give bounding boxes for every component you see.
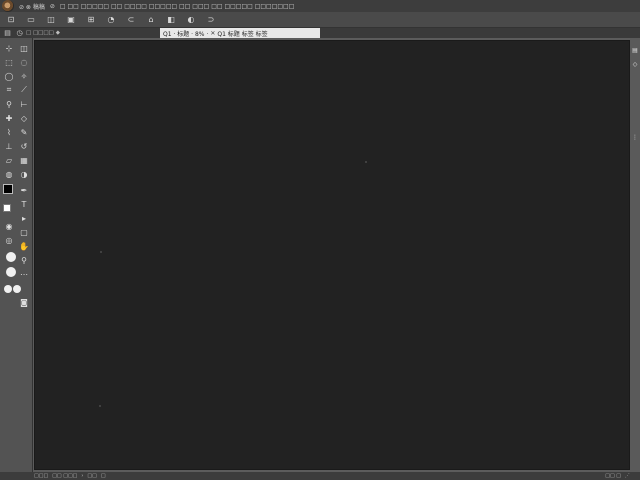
slice-tool-icon[interactable]: ⟋ (18, 84, 30, 96)
document-tabs-bar: ▤ ◷ □ □□□□ ◆ Q1 · 标题 · 8% · ✕ Q1 标题 标签 标… (0, 28, 640, 38)
shape-tool-icon[interactable]: ▢ (18, 226, 30, 238)
transform-icon[interactable]: ⌂ (144, 15, 158, 25)
standard-mode-button[interactable] (13, 285, 21, 293)
hand-tool-icon[interactable]: ✋ (18, 240, 30, 252)
history-panel-icon[interactable]: ⋮ (631, 133, 639, 141)
status-right-text: □□ □ (605, 473, 621, 479)
tools-panel: ⊹ ◫ ⬚ ◌ ◯ ✧ ⌗ ⟋ ⚲ ⊢ ✚ ◇ ⌇ ✎ ⊥ ↺ ▱ ▦ ◍ ◑ … (0, 38, 33, 472)
mask-mode-button[interactable] (4, 285, 12, 293)
lasso-icon[interactable]: ◫ (44, 15, 58, 25)
zoom-icon[interactable]: ◐ (184, 15, 198, 25)
zoom-readout[interactable]: □□□ (34, 473, 48, 479)
heal-tool-icon[interactable]: ✚ (3, 112, 15, 124)
type-tool-icon[interactable]: T (18, 198, 30, 210)
menu-item-rest[interactable]: □ □□ □□□□□ □□ □□□□ □□□□□ □□ □□□ □□ □□□□□… (60, 3, 295, 10)
panel-toggle-icon[interactable]: ▤ (3, 29, 12, 38)
canvas-speck (99, 405, 101, 407)
canvas-speck (100, 251, 102, 253)
tab-document[interactable]: Q1 · 标题 · 8% · ✕ Q1 标题 标签 标签 (160, 28, 320, 38)
app-logo[interactable] (2, 0, 14, 12)
doc-info: □□ □□□ (52, 473, 78, 479)
zoom-tool-icon[interactable]: ⚲ (18, 254, 30, 266)
lasso-tool-icon[interactable]: ◯ (3, 70, 15, 82)
foreground-color-swatch[interactable] (3, 184, 13, 194)
chevron-right-icon[interactable]: › (81, 473, 83, 479)
resize-grip-icon[interactable]: ⋰ (625, 473, 630, 479)
crop-icon[interactable]: ⊞ (84, 15, 98, 25)
mode-readout: □□ (87, 473, 97, 479)
layers-panel-icon[interactable]: ▤ (631, 46, 639, 54)
right-panel-strip: ▤ ◇ ⋮ (630, 38, 640, 472)
clock-icon[interactable]: ◷ (15, 29, 24, 38)
heal-icon[interactable]: ◧ (164, 15, 178, 25)
blur-tool-icon[interactable]: ◍ (3, 168, 15, 180)
ruler-tool-icon[interactable]: ⊢ (18, 98, 30, 110)
note-icon[interactable]: □ (101, 473, 106, 479)
menu-item-edit[interactable]: ⊘ (50, 3, 55, 10)
crop-tool-icon[interactable]: ⌗ (3, 84, 15, 96)
canvas-speck (365, 161, 367, 163)
dodge-tool-icon[interactable]: ◑ (18, 168, 30, 180)
path-select-icon[interactable]: ▸ (18, 212, 30, 224)
eraser-tool-icon[interactable]: ▱ (3, 154, 15, 166)
doc-tab-sub: Q1 标题 标签 标签 (217, 30, 268, 38)
marquee-tool-icon[interactable]: ⬚ (3, 56, 15, 68)
patch-tool-icon[interactable]: ◇ (18, 112, 30, 124)
stamp-tool-icon[interactable]: ⊥ (3, 140, 15, 152)
gradient-tool-icon[interactable]: ▦ (18, 154, 30, 166)
move-icon[interactable]: ▭ (24, 15, 38, 25)
background-color-swatch[interactable] (3, 204, 11, 212)
document-canvas[interactable] (34, 40, 630, 470)
brush-tool-icon[interactable]: ⌇ (3, 126, 15, 138)
status-right: □□ □ ⋰ (605, 472, 630, 480)
close-icon[interactable]: ✕ (210, 30, 215, 37)
rectangle-select-icon[interactable]: ⊡ (4, 15, 18, 25)
pen-tool-icon[interactable]: ✒ (18, 184, 30, 196)
doc-tab-label: Q1 · 标题 · 8% · (163, 30, 209, 38)
eyedropper-icon[interactable]: ◔ (104, 15, 118, 25)
screen-mode-icon[interactable]: ◎ (3, 234, 15, 246)
stamp-icon[interactable]: ⊃ (204, 15, 218, 25)
tab-marker: ◆ (55, 30, 60, 36)
menu-item-file[interactable]: ⊘ ⊗ 稿稿 (19, 2, 45, 11)
quick-mask-icon[interactable]: ◉ (3, 220, 15, 232)
tab-info-text: □ □□□□ (26, 30, 54, 36)
brush-icon[interactable]: ⊂ (124, 15, 138, 25)
magic-wand-icon[interactable]: ✧ (18, 70, 30, 82)
artboard-tool-icon[interactable]: ◫ (18, 42, 30, 54)
layer-icon[interactable]: ▣ (64, 15, 78, 25)
status-bar: □□□ □□ □□□ › □□ □ □□ □ ⋰ (0, 472, 640, 480)
swap-colors-button[interactable] (6, 267, 16, 277)
properties-panel-icon[interactable]: ◇ (631, 60, 639, 68)
ellipse-marquee-icon[interactable]: ◌ (18, 56, 30, 68)
menu-bar: ⊘ ⊗ 稿稿 ⊘ □ □□ □□□□□ □□ □□□□ □□□□□ □□ □□□… (0, 0, 640, 12)
camera-icon[interactable]: ◙ (18, 296, 30, 308)
default-colors-button[interactable] (6, 252, 16, 262)
edit-toolbar-icon[interactable]: ⋯ (18, 268, 30, 280)
history-brush-icon[interactable]: ↺ (18, 140, 30, 152)
options-bar: ⊡ ▭ ◫ ▣ ⊞ ◔ ⊂ ⌂ ◧ ◐ ⊃ (0, 12, 640, 28)
pencil-tool-icon[interactable]: ✎ (18, 126, 30, 138)
eyedropper-tool-icon[interactable]: ⚲ (3, 98, 15, 110)
move-tool-icon[interactable]: ⊹ (3, 42, 15, 54)
